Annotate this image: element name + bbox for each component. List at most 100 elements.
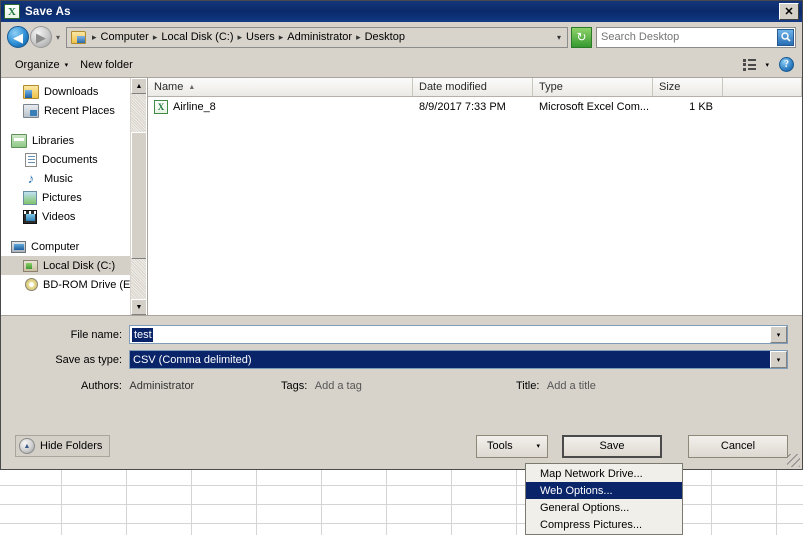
breadcrumb-item-desktop[interactable]: Desktop (365, 31, 405, 43)
table-row[interactable]: X Airline_8 8/9/2017 7:33 PM Microsoft E… (148, 97, 802, 117)
breadcrumb[interactable]: ▸ Computer ▸ Local Disk (C:) ▸ Users ▸ A… (67, 27, 551, 47)
sidebar-item-videos[interactable]: Videos (1, 207, 146, 226)
column-header-name[interactable]: Name ▲ (148, 78, 413, 96)
column-label: Name (154, 81, 184, 93)
column-label: Type (539, 81, 563, 93)
organize-button[interactable]: Organize ▾ (9, 57, 74, 73)
sidebar-group-spacer (1, 226, 146, 237)
folder-download-icon (23, 84, 39, 99)
authors-field[interactable]: Authors: Administrator (81, 380, 281, 392)
breadcrumb-separator-4: ▸ (356, 31, 361, 42)
sidebar-item-recent-places[interactable]: Recent Places (1, 101, 146, 120)
sidebar-item-label: Computer (31, 240, 80, 253)
chevron-down-icon[interactable]: ▾ (551, 27, 567, 47)
sidebar-item-local-disk-c[interactable]: Local Disk (C:) (1, 256, 146, 275)
sidebar-item-label: Videos (42, 210, 76, 223)
sidebar-item-label: Local Disk (C:) (43, 259, 116, 272)
close-icon[interactable]: ✕ (779, 3, 799, 20)
navigation-bar: ◀ ▶ ▾ ▸ Computer ▸ Local Disk (C:) ▸ Use… (1, 22, 802, 52)
excel-icon: X (4, 4, 20, 19)
libraries-icon (11, 133, 27, 148)
file-list[interactable]: Name ▲ Date modified Type Size X Airline… (147, 78, 802, 315)
sidebar-item-documents[interactable]: Documents (1, 150, 146, 169)
chevron-down-icon: ▾ (536, 443, 540, 450)
back-button[interactable]: ◀ (7, 26, 29, 48)
filename-dropdown-icon[interactable]: ▾ (770, 326, 787, 343)
refresh-icon[interactable]: ↻ (571, 26, 592, 48)
sidebar-item-downloads[interactable]: Downloads (1, 82, 146, 101)
help-icon[interactable]: ? (779, 57, 794, 72)
tools-dropdown-menu: Map Network Drive... Web Options... Gene… (525, 463, 683, 535)
breadcrumb-item-administrator[interactable]: Administrator (287, 31, 352, 43)
scrollbar-thumb[interactable] (131, 132, 146, 259)
menu-item-web-options[interactable]: Web Options... (526, 482, 682, 499)
menu-item-map-network-drive[interactable]: Map Network Drive... (526, 465, 682, 482)
browser-area: Downloads Recent Places Libraries Docume… (1, 78, 802, 316)
menu-item-compress-pictures[interactable]: Compress Pictures... (526, 516, 682, 533)
column-label: Date modified (419, 81, 487, 93)
sidebar-item-label: BD-ROM Drive (E:) (43, 278, 138, 291)
authors-value: Administrator (129, 380, 195, 392)
sidebar-item-label: Libraries (32, 134, 75, 147)
savetype-dropdown-icon[interactable]: ▾ (770, 351, 787, 368)
column-header-type[interactable]: Type (533, 78, 653, 96)
sidebar-item-label: Documents (42, 153, 98, 166)
sidebar-item-bdrom-drive-e[interactable]: BD-ROM Drive (E:) (1, 275, 146, 294)
column-header-date-modified[interactable]: Date modified (413, 78, 533, 96)
breadcrumb-item-users[interactable]: Users (246, 31, 275, 43)
breadcrumb-item-local-disk[interactable]: Local Disk (C:) (161, 31, 233, 43)
scroll-down-icon[interactable]: ▼ (131, 299, 146, 315)
tags-label: Tags: (281, 380, 308, 392)
view-mode-icon[interactable] (743, 58, 757, 71)
breadcrumb-item-computer[interactable]: Computer (101, 31, 149, 43)
tools-button[interactable]: Tools ▾ (476, 434, 548, 458)
collapse-up-icon: ▲ (19, 438, 35, 454)
recent-places-icon (23, 103, 39, 118)
sidebar-item-label: Music (44, 172, 73, 185)
new-folder-label: New folder (80, 58, 133, 71)
column-label: Size (659, 81, 681, 93)
address-bar[interactable]: ▸ Computer ▸ Local Disk (C:) ▸ Users ▸ A… (66, 26, 568, 48)
forward-button[interactable]: ▶ (30, 26, 52, 48)
folder-icon (71, 30, 86, 44)
tags-field[interactable]: Tags: Add a tag (281, 380, 516, 392)
title-label: Title: (516, 380, 540, 392)
column-header-filler[interactable] (723, 78, 802, 96)
title-bar[interactable]: X Save As ✕ (1, 1, 802, 22)
cancel-button[interactable]: Cancel (688, 434, 788, 458)
file-name-label: Airline_8 (173, 101, 216, 113)
search-input[interactable] (597, 30, 773, 44)
music-icon: ♪ (27, 170, 35, 186)
savetype-select[interactable]: CSV (Comma delimited) ▾ (129, 350, 788, 369)
view-mode-dropdown[interactable]: ▾ (765, 61, 769, 69)
sidebar-item-music[interactable]: ♪ Music (1, 169, 146, 188)
scroll-up-icon[interactable]: ▲ (131, 78, 146, 94)
filename-input[interactable]: test ▾ (129, 325, 788, 344)
file-name-cell[interactable]: X Airline_8 (148, 100, 413, 114)
sidebar-item-computer[interactable]: Computer (1, 237, 146, 256)
search-icon[interactable] (777, 28, 794, 46)
sidebar-scrollbar[interactable]: ▲ ▼ (130, 78, 146, 315)
resize-grip[interactable] (787, 454, 800, 467)
videos-icon (23, 209, 37, 224)
recent-locations-dropdown[interactable]: ▾ (52, 33, 64, 42)
column-header-size[interactable]: Size (653, 78, 723, 96)
new-folder-button[interactable]: New folder (74, 57, 139, 73)
filename-value: test (132, 327, 153, 342)
breadcrumb-separator-0: ▸ (92, 31, 97, 42)
title-value: Add a title (546, 380, 596, 392)
savetype-label: Save as type: (55, 353, 122, 366)
search-box[interactable] (596, 26, 796, 48)
title-field[interactable]: Title: Add a title (516, 380, 596, 392)
breadcrumb-separator-3: ▸ (278, 31, 284, 42)
sidebar-item-label: Downloads (44, 85, 99, 98)
save-button[interactable]: Save (562, 434, 662, 458)
menu-item-general-options[interactable]: General Options... (526, 499, 682, 516)
sidebar-item-libraries[interactable]: Libraries (1, 131, 146, 150)
hide-folders-button[interactable]: ▲ Hide Folders (15, 435, 111, 457)
navigation-sidebar[interactable]: Downloads Recent Places Libraries Docume… (1, 78, 147, 315)
filename-row: File name: test ▾ (1, 324, 802, 345)
metadata-row: Authors: Administrator Tags: Add a tag T… (1, 374, 802, 398)
sidebar-item-pictures[interactable]: Pictures (1, 188, 146, 207)
documents-icon (25, 152, 37, 167)
